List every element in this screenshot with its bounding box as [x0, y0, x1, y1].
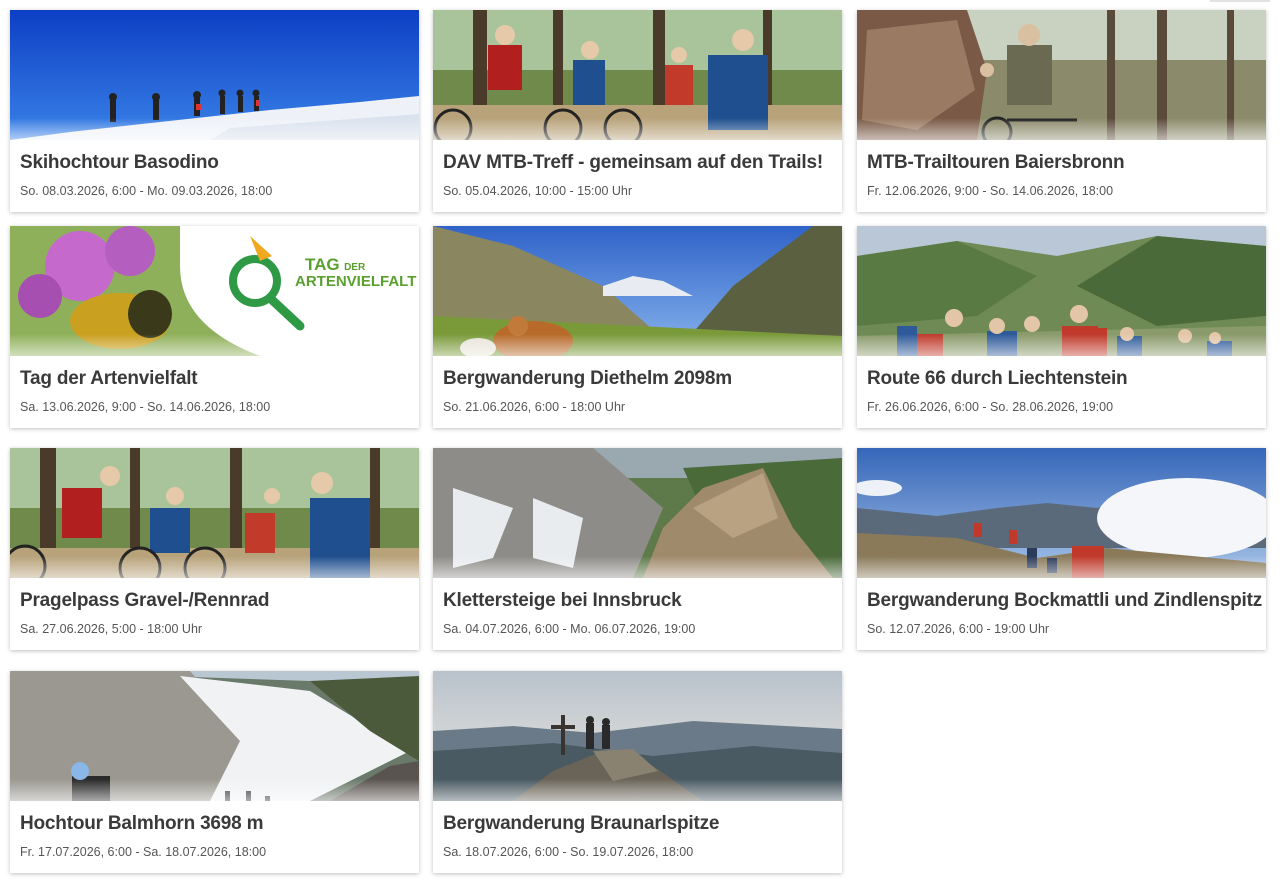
biodiversity-logo: TAG DER ARTENVIELFALT [295, 255, 417, 290]
event-card[interactable]: Bergwanderung Braunarlspitze Sa. 18.07.2… [433, 671, 842, 873]
event-date: Sa. 27.06.2026, 5:00 - 18:00 Uhr [20, 622, 203, 636]
event-date: So. 08.03.2026, 6:00 - Mo. 09.03.2026, 1… [20, 184, 273, 198]
event-card[interactable]: Route 66 durch Liechtenstein Fr. 26.06.2… [857, 226, 1266, 428]
event-card[interactable]: Bergwanderung Bockmattli und Zindlenspit… [857, 448, 1266, 650]
event-title[interactable]: Tag der Artenvielfalt [20, 368, 198, 390]
event-date: Sa. 13.06.2026, 9:00 - So. 14.06.2026, 1… [20, 400, 271, 414]
event-title[interactable]: Bergwanderung Braunarlspitze [443, 813, 719, 835]
event-title[interactable]: DAV MTB-Treff - gemeinsam auf den Trails… [443, 152, 823, 174]
event-date: Fr. 26.06.2026, 6:00 - So. 28.06.2026, 1… [867, 400, 1114, 414]
event-card[interactable]: Skihochtour Basodino So. 08.03.2026, 6:0… [10, 10, 419, 212]
event-date: Fr. 17.07.2026, 6:00 - Sa. 18.07.2026, 1… [20, 845, 267, 859]
event-title[interactable]: Pragelpass Gravel-/Rennrad [20, 590, 269, 612]
event-date: So. 21.06.2026, 6:00 - 18:00 Uhr [443, 400, 626, 414]
event-title[interactable]: MTB-Trailtouren Baiersbronn [867, 152, 1125, 174]
event-date: So. 05.04.2026, 10:00 - 15:00 Uhr [443, 184, 633, 198]
event-title[interactable]: Skihochtour Basodino [20, 152, 219, 174]
event-title[interactable]: Klettersteige bei Innsbruck [443, 590, 682, 612]
event-card[interactable]: Pragelpass Gravel-/Rennrad Sa. 27.06.202… [10, 448, 419, 650]
event-card[interactable]: Hochtour Balmhorn 3698 m Fr. 17.07.2026,… [10, 671, 419, 873]
event-date: Sa. 04.07.2026, 6:00 - Mo. 06.07.2026, 1… [443, 622, 696, 636]
event-date: Sa. 18.07.2026, 6:00 - So. 19.07.2026, 1… [443, 845, 694, 859]
event-card[interactable]: Klettersteige bei Innsbruck Sa. 04.07.20… [433, 448, 842, 650]
top-divider [1210, 0, 1270, 2]
event-title[interactable]: Hochtour Balmhorn 3698 m [20, 813, 264, 835]
event-card[interactable]: MTB-Trailtouren Baiersbronn Fr. 12.06.20… [857, 10, 1266, 212]
event-title[interactable]: Bergwanderung Diethelm 2098m [443, 368, 732, 390]
event-date: Fr. 12.06.2026, 9:00 - So. 14.06.2026, 1… [867, 184, 1114, 198]
event-card[interactable]: DAV MTB-Treff - gemeinsam auf den Trails… [433, 10, 842, 212]
event-date: So. 12.07.2026, 6:00 - 19:00 Uhr [867, 622, 1050, 636]
event-title[interactable]: Bergwanderung Bockmattli und Zindlenspit… [867, 590, 1262, 612]
event-card[interactable]: TAG DER ARTENVIELFALT Tag der Artenvielf… [10, 226, 419, 428]
event-title[interactable]: Route 66 durch Liechtenstein [867, 368, 1128, 390]
event-card[interactable]: Bergwanderung Diethelm 2098m So. 21.06.2… [433, 226, 842, 428]
